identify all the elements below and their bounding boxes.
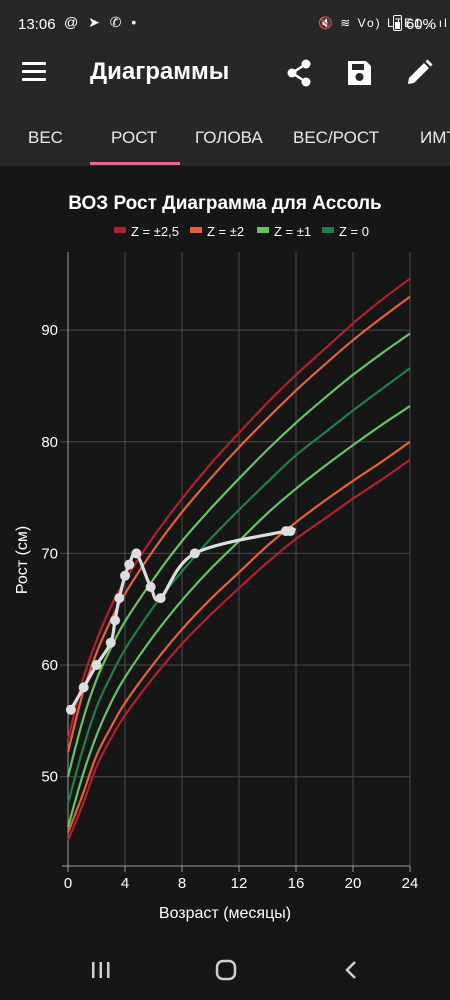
tab-indicator (90, 162, 180, 165)
legend-label-1: Z = ±2 (207, 224, 244, 239)
legend-swatch-2 (257, 227, 269, 233)
patient-point-13 (285, 526, 296, 537)
hamburger-icon[interactable] (22, 60, 48, 84)
home-icon[interactable] (211, 957, 241, 983)
recent-apps-icon[interactable] (86, 957, 116, 983)
legend-swatch-1 (190, 227, 202, 233)
tab-bar: ВЕС РОСТ ГОЛОВА ВЕС/РОСТ ИМТ (0, 100, 450, 166)
chart-axes: 0 4 8 12 16 20 24 50 60 70 80 90 (41, 252, 418, 892)
patient-point-10 (155, 593, 166, 604)
edit-icon[interactable] (402, 56, 436, 90)
tab-head[interactable]: ГОЛОВА (195, 128, 263, 148)
x-tick-label-6: 24 (402, 875, 419, 892)
patient-point-1 (78, 682, 89, 693)
legend-label-2: Z = ±1 (274, 224, 311, 239)
chart-area: ВОЗ Рост Диаграмма для Ассоль Z = ±2,5 Z … (0, 166, 450, 940)
page-title: Диаграммы (90, 58, 230, 85)
chart-grid (60, 252, 411, 866)
patient-series (65, 526, 296, 715)
x-tick-label-3: 12 (231, 875, 248, 892)
y-tick-label-0: 50 (41, 769, 58, 786)
patient-point-2 (91, 660, 102, 671)
y-tick-label-1: 60 (41, 657, 58, 674)
battery-icon (392, 15, 402, 31)
system-nav-bar (0, 940, 450, 1000)
tab-bmi[interactable]: ИМТ (420, 128, 450, 148)
y-tick-label-3: 80 (41, 434, 58, 451)
save-icon[interactable] (342, 56, 376, 90)
patient-point-11 (189, 548, 200, 559)
x-axis-label: Возраст (месяцы) (159, 905, 291, 922)
tab-weight-height[interactable]: ВЕС/РОСТ (293, 128, 379, 148)
y-axis-label: Рост (см) (14, 526, 31, 594)
y-tick-label-4: 90 (41, 322, 58, 339)
patient-point-0 (65, 704, 76, 715)
height-chart: ВОЗ Рост Диаграмма для Ассоль Z = ±2,5 Z … (14, 193, 418, 922)
status-time: 13:06 (18, 16, 56, 33)
tab-height[interactable]: РОСТ (111, 128, 157, 148)
legend-label-3: Z = 0 (339, 224, 369, 239)
x-tick-label-5: 20 (345, 875, 362, 892)
patient-point-5 (114, 593, 125, 604)
patient-point-3 (105, 637, 116, 648)
x-tick-label-1: 4 (121, 875, 129, 892)
notification-icons: @ ➤ ✆ • (64, 14, 140, 30)
patient-point-6 (120, 570, 130, 581)
y-tick-label-2: 70 (41, 545, 58, 562)
battery-level: 60% (405, 16, 436, 33)
patient-point-9 (145, 581, 156, 592)
chart-title: ВОЗ Рост Диаграмма для Ассоль (68, 193, 381, 214)
back-icon[interactable] (336, 957, 366, 983)
status-bar: 13:06 @ ➤ ✆ • 🔇 ≋ Vo) LTE1 ..ıl 60% (0, 0, 450, 48)
patient-point-8 (131, 548, 142, 559)
x-tick-label-4: 16 (288, 875, 305, 892)
patient-point-4 (110, 615, 121, 626)
x-tick-label-0: 0 (64, 875, 72, 892)
share-icon[interactable] (282, 56, 316, 90)
app-bar: Диаграммы (0, 48, 450, 100)
legend-label-0: Z = ±2,5 (131, 224, 179, 239)
tab-weight[interactable]: ВЕС (28, 128, 63, 148)
legend-swatch-0 (114, 227, 126, 233)
legend-swatch-3 (322, 227, 334, 233)
patient-point-7 (124, 559, 135, 570)
chart-legend: Z = ±2,5 Z = ±2 Z = ±1 Z = 0 (114, 224, 369, 239)
battery-indicator: 60% (391, 15, 436, 33)
x-tick-label-2: 8 (178, 875, 186, 892)
